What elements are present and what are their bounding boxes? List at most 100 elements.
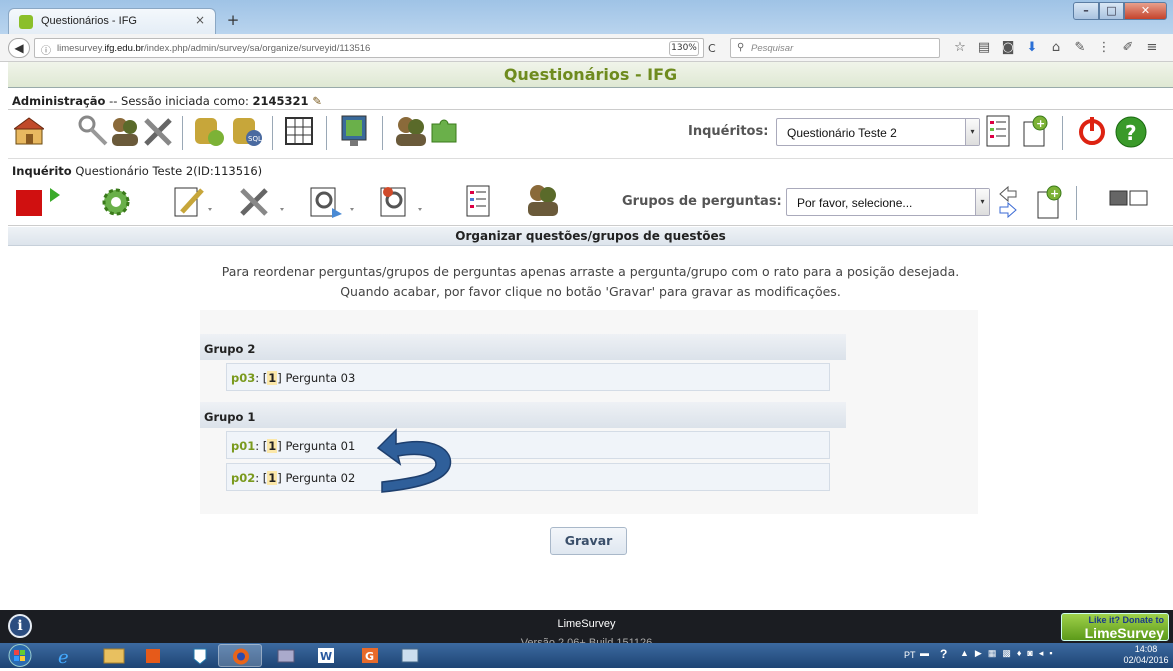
participants-icon[interactable]	[392, 114, 430, 148]
bookmarks-list-icon[interactable]: ▤	[972, 40, 996, 55]
question-row-p03[interactable]: p03: [1] Pergunta 03	[226, 363, 830, 391]
taskbar-clock[interactable]: 14:08 02/04/2016	[1123, 644, 1169, 666]
tools-icon[interactable]: ✐	[1116, 40, 1140, 55]
group-navigation-arrows-icon[interactable]	[996, 184, 1020, 220]
svg-text:?: ?	[1125, 121, 1137, 145]
keys-icon[interactable]	[76, 114, 110, 148]
overflow-icon[interactable]: ⋮	[1092, 40, 1116, 55]
search-placeholder: Pesquisar	[751, 43, 794, 54]
plugins-puzzle-icon[interactable]	[428, 114, 462, 148]
extensions-icon[interactable]: ✎	[1068, 40, 1092, 55]
browser-tab[interactable]: Questionários - IFG ×	[8, 8, 216, 34]
tray-icons[interactable]: ▲▶▦▩♦◙◂▪	[960, 648, 1059, 659]
question-text: Pergunta 01	[281, 439, 356, 453]
taskbar-firefox-icon[interactable]	[218, 644, 262, 667]
donate-button[interactable]: Like it? Donate to LimeSurvey	[1061, 613, 1169, 641]
maximize-button[interactable]: □	[1099, 2, 1124, 20]
taskbar-chrome-app-icon[interactable]: G	[348, 644, 392, 667]
question-row-p01[interactable]: p01: [1] Pergunta 01	[226, 431, 830, 459]
add-survey-icon[interactable]: +	[1018, 114, 1052, 148]
activate-survey-icon[interactable]	[48, 186, 62, 206]
new-tab-button[interactable]: +	[222, 10, 244, 30]
help-icon[interactable]: ?	[1114, 115, 1148, 149]
question-code: p01	[231, 439, 256, 453]
survey-stopped-icon[interactable]	[14, 186, 44, 218]
close-tab-icon[interactable]: ×	[195, 13, 205, 27]
instruction-line-1: Para reordenar perguntas/grupos de pergu…	[221, 264, 960, 279]
surveys-select[interactable]: Questionário Teste 2 ▾	[776, 118, 980, 146]
svg-text:e: e	[58, 647, 69, 667]
logout-power-icon[interactable]	[1076, 115, 1108, 147]
tab-title: Questionários - IFG	[41, 15, 137, 27]
survey-participants-icon[interactable]	[524, 182, 564, 220]
question-row-p02[interactable]: p02: [1] Pergunta 02	[226, 463, 830, 491]
minimize-button[interactable]: –	[1073, 2, 1099, 20]
pocket-icon[interactable]: ◙	[996, 40, 1020, 55]
address-url: limesurvey.ifg.edu.br/index.php/admin/su…	[57, 43, 371, 54]
chevron-down-icon: ▾	[965, 119, 979, 145]
bookmark-star-icon[interactable]: ☆	[948, 40, 972, 55]
zoom-indicator[interactable]: 130%	[669, 41, 699, 56]
question-text: Pergunta 02	[281, 471, 356, 485]
address-bar[interactable]: ⓘ limesurvey.ifg.edu.br/index.php/admin/…	[34, 38, 704, 58]
question-number: 1	[267, 471, 278, 485]
browser-toolbar-icons: ☆ ▤ ◙ ⬇ ⌂ ✎ ⋮ ✐ ≡	[948, 40, 1164, 55]
survey-settings-gear-icon[interactable]	[100, 186, 132, 218]
menu-icon[interactable]: ≡	[1140, 40, 1164, 55]
edit-pencil-icon[interactable]: ✎	[312, 94, 322, 108]
taskbar-screen-icon[interactable]	[388, 644, 432, 667]
svg-text:W: W	[320, 650, 332, 663]
app-header: Questionários - IFG	[8, 62, 1173, 88]
system-tray: PT ▬ ? ▲▶▦▩♦◙◂▪	[896, 647, 1116, 665]
taskbar-office-icon[interactable]	[132, 644, 176, 667]
donate-line-2: LimeSurvey	[1084, 625, 1164, 641]
taskbar-hp-icon[interactable]	[178, 644, 222, 667]
keyboard-icon[interactable]: ▬	[920, 648, 929, 658]
database-check-icon[interactable]	[192, 114, 226, 148]
edit-survey-icon[interactable]	[172, 184, 216, 220]
add-group-icon[interactable]: +	[1032, 184, 1066, 220]
start-orb-icon[interactable]	[6, 643, 34, 668]
save-button[interactable]: Gravar	[550, 527, 627, 555]
label-sets-icon[interactable]	[338, 114, 372, 148]
responses-icon[interactable]	[378, 184, 426, 220]
minimize-panels-icon[interactable]	[1108, 188, 1150, 210]
survey-list-icon[interactable]	[984, 114, 1014, 148]
browser-navbar: ◀ ⓘ limesurvey.ifg.edu.br/index.php/admi…	[0, 34, 1173, 62]
templates-grid-icon[interactable]	[284, 116, 314, 146]
taskbar-ie-icon[interactable]: e	[44, 644, 88, 668]
survey-display-icon[interactable]	[308, 184, 356, 220]
reload-icon[interactable]: C	[708, 42, 716, 55]
home-icon[interactable]: ⌂	[1044, 40, 1068, 55]
taskbar-app-icon[interactable]	[264, 644, 308, 667]
language-indicator[interactable]: PT	[904, 650, 916, 660]
admin-label: Administração	[12, 94, 106, 108]
footer-app-name: LimeSurvey	[557, 618, 616, 630]
groups-select-value: Por favor, selecione...	[797, 196, 913, 210]
database-sql-icon[interactable]: SQL	[230, 114, 264, 148]
home-icon[interactable]	[14, 116, 44, 146]
global-settings-icon[interactable]	[142, 114, 176, 148]
groups-select[interactable]: Por favor, selecione... ▾	[786, 188, 990, 216]
taskbar-word-icon[interactable]: W	[304, 644, 348, 667]
site-info-icon[interactable]: ⓘ	[41, 42, 51, 57]
group-header-grupo-1[interactable]: Grupo 1	[200, 402, 846, 428]
survey-label: Inquérito	[12, 164, 72, 178]
page-title: Organizar questões/grupos de questões	[8, 227, 1173, 246]
question-text: Pergunta 03	[281, 371, 356, 385]
survey-tools-icon[interactable]	[238, 184, 286, 220]
help-tray-icon[interactable]: ?	[940, 647, 947, 661]
users-icon[interactable]	[108, 114, 142, 148]
back-button[interactable]: ◀	[8, 38, 30, 58]
donate-line-1: Like it? Donate to	[1088, 615, 1164, 625]
surveys-label: Inquéritos:	[688, 124, 769, 139]
taskbar-explorer-icon[interactable]	[92, 644, 136, 667]
browser-titlebar: Questionários - IFG × + – □ ✕	[0, 0, 1173, 34]
close-window-button[interactable]: ✕	[1124, 2, 1167, 20]
search-input[interactable]: ⚲ Pesquisar	[730, 38, 940, 58]
admin-toolbar: SQL Inquéritos: Questionário Teste 2 ▾ +…	[8, 110, 1173, 156]
question-list-icon[interactable]	[464, 184, 494, 220]
group-header-grupo-2[interactable]: Grupo 2	[200, 334, 846, 360]
downloads-icon[interactable]: ⬇	[1020, 40, 1044, 55]
clock-date: 02/04/2016	[1123, 655, 1169, 665]
